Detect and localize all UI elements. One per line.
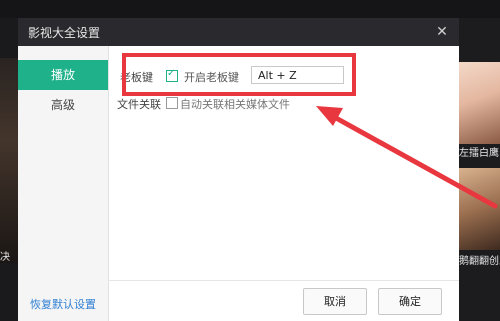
annotation-arrow-icon bbox=[316, 106, 498, 209]
